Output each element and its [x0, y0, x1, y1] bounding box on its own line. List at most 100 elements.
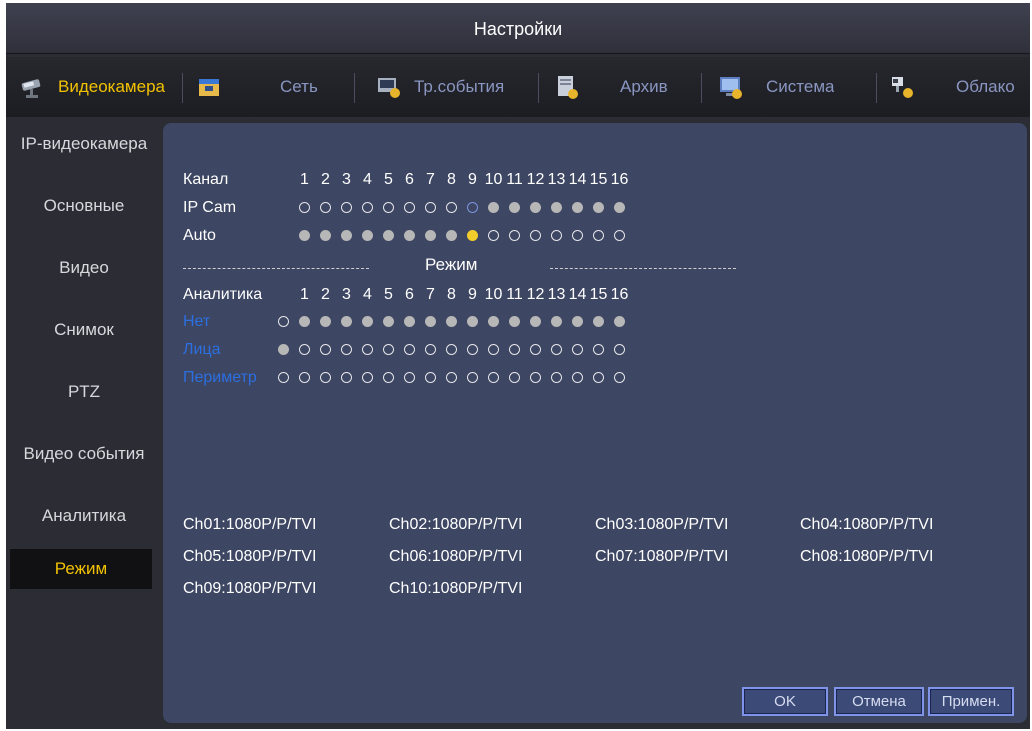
mode-radio[interactable]	[593, 344, 604, 355]
mode-radio[interactable]	[467, 230, 478, 241]
mode-radio[interactable]	[509, 230, 520, 241]
mode-radio[interactable]	[572, 372, 583, 383]
mode-radio[interactable]	[614, 344, 625, 355]
mode-radio[interactable]	[488, 344, 499, 355]
mode-radio[interactable]	[530, 202, 541, 213]
sidebar-item-ptz[interactable]: PTZ	[6, 372, 162, 412]
mode-radio[interactable]	[425, 372, 436, 383]
mode-radio[interactable]	[341, 230, 352, 241]
mode-radio[interactable]	[509, 372, 520, 383]
cancel-button[interactable]: Отмена	[834, 687, 924, 716]
apply-button[interactable]: Примен.	[928, 687, 1014, 716]
mode-radio[interactable]	[341, 202, 352, 213]
sidebar-item-snapshot[interactable]: Снимок	[6, 310, 162, 350]
mode-radio[interactable]	[467, 316, 478, 327]
mode-radio[interactable]	[488, 372, 499, 383]
sidebar-item-analytics[interactable]: Аналитика	[6, 496, 162, 536]
mode-radio[interactable]	[320, 316, 331, 327]
mode-radio[interactable]	[530, 344, 541, 355]
sidebar-item-video[interactable]: Видео	[6, 248, 162, 288]
mode-radio[interactable]	[299, 372, 310, 383]
mode-radio[interactable]	[362, 202, 373, 213]
mode-radio[interactable]	[383, 316, 394, 327]
sidebar-item-ip-camera[interactable]: IP-видеокамера	[6, 124, 162, 164]
mode-radio[interactable]	[614, 230, 625, 241]
mode-radio[interactable]	[509, 202, 520, 213]
mode-radio[interactable]	[551, 230, 562, 241]
mode-radio[interactable]	[530, 230, 541, 241]
mode-radio[interactable]	[425, 344, 436, 355]
mode-radio[interactable]	[341, 316, 352, 327]
mode-radio[interactable]	[383, 230, 394, 241]
mode-radio[interactable]	[425, 230, 436, 241]
tab-system[interactable]: Система	[718, 61, 878, 113]
mode-radio[interactable]	[467, 344, 478, 355]
mode-radio[interactable]	[362, 230, 373, 241]
mode-radio[interactable]	[572, 344, 583, 355]
mode-radio[interactable]	[572, 202, 583, 213]
mode-radio[interactable]	[404, 344, 415, 355]
mode-radio[interactable]	[572, 230, 583, 241]
mode-radio[interactable]	[383, 372, 394, 383]
mode-radio[interactable]	[446, 230, 457, 241]
mode-radio[interactable]	[362, 344, 373, 355]
mode-radio[interactable]	[593, 372, 604, 383]
mode-radio[interactable]	[404, 230, 415, 241]
mode-radio[interactable]	[572, 316, 583, 327]
mode-radio[interactable]	[299, 316, 310, 327]
mode-radio[interactable]	[488, 202, 499, 213]
mode-radio[interactable]	[593, 230, 604, 241]
mode-radio[interactable]	[488, 316, 499, 327]
mode-radio[interactable]	[488, 230, 499, 241]
mode-radio[interactable]	[278, 316, 289, 327]
mode-radio[interactable]	[404, 372, 415, 383]
mode-radio[interactable]	[446, 202, 457, 213]
mode-radio[interactable]	[446, 316, 457, 327]
mode-radio[interactable]	[551, 372, 562, 383]
mode-radio[interactable]	[551, 316, 562, 327]
mode-radio[interactable]	[467, 202, 478, 213]
tab-camera[interactable]: Видеокамера	[20, 61, 190, 113]
mode-radio[interactable]	[404, 202, 415, 213]
mode-radio[interactable]	[362, 316, 373, 327]
mode-radio[interactable]	[362, 372, 373, 383]
mode-radio[interactable]	[299, 202, 310, 213]
tab-network[interactable]: Сеть	[196, 61, 346, 113]
sidebar-item-mode[interactable]: Режим	[10, 549, 152, 589]
mode-radio[interactable]	[383, 202, 394, 213]
mode-radio[interactable]	[614, 372, 625, 383]
mode-radio[interactable]	[530, 316, 541, 327]
mode-radio[interactable]	[383, 344, 394, 355]
mode-radio[interactable]	[551, 344, 562, 355]
tab-cloud[interactable]: Облако	[890, 61, 1030, 113]
mode-radio[interactable]	[320, 230, 331, 241]
mode-radio[interactable]	[446, 372, 457, 383]
mode-radio[interactable]	[320, 202, 331, 213]
mode-radio[interactable]	[614, 316, 625, 327]
mode-radio[interactable]	[320, 372, 331, 383]
mode-radio[interactable]	[299, 344, 310, 355]
tab-storage[interactable]: Архив	[554, 61, 704, 113]
mode-radio[interactable]	[278, 372, 289, 383]
mode-radio[interactable]	[467, 372, 478, 383]
mode-radio[interactable]	[446, 344, 457, 355]
mode-radio[interactable]	[341, 344, 352, 355]
mode-radio[interactable]	[404, 316, 415, 327]
mode-radio[interactable]	[425, 202, 436, 213]
mode-radio[interactable]	[530, 372, 541, 383]
mode-radio[interactable]	[341, 372, 352, 383]
tab-events[interactable]: Тр.события	[376, 61, 536, 113]
mode-radio[interactable]	[278, 344, 289, 355]
sidebar-item-general[interactable]: Основные	[6, 186, 162, 226]
ok-button[interactable]: OK	[742, 687, 828, 716]
mode-radio[interactable]	[614, 202, 625, 213]
mode-radio[interactable]	[509, 344, 520, 355]
mode-radio[interactable]	[320, 344, 331, 355]
mode-radio[interactable]	[551, 202, 562, 213]
mode-radio[interactable]	[509, 316, 520, 327]
sidebar-item-video-events[interactable]: Видео события	[6, 434, 162, 474]
mode-radio[interactable]	[593, 316, 604, 327]
mode-radio[interactable]	[425, 316, 436, 327]
mode-radio[interactable]	[299, 230, 310, 241]
mode-radio[interactable]	[593, 202, 604, 213]
